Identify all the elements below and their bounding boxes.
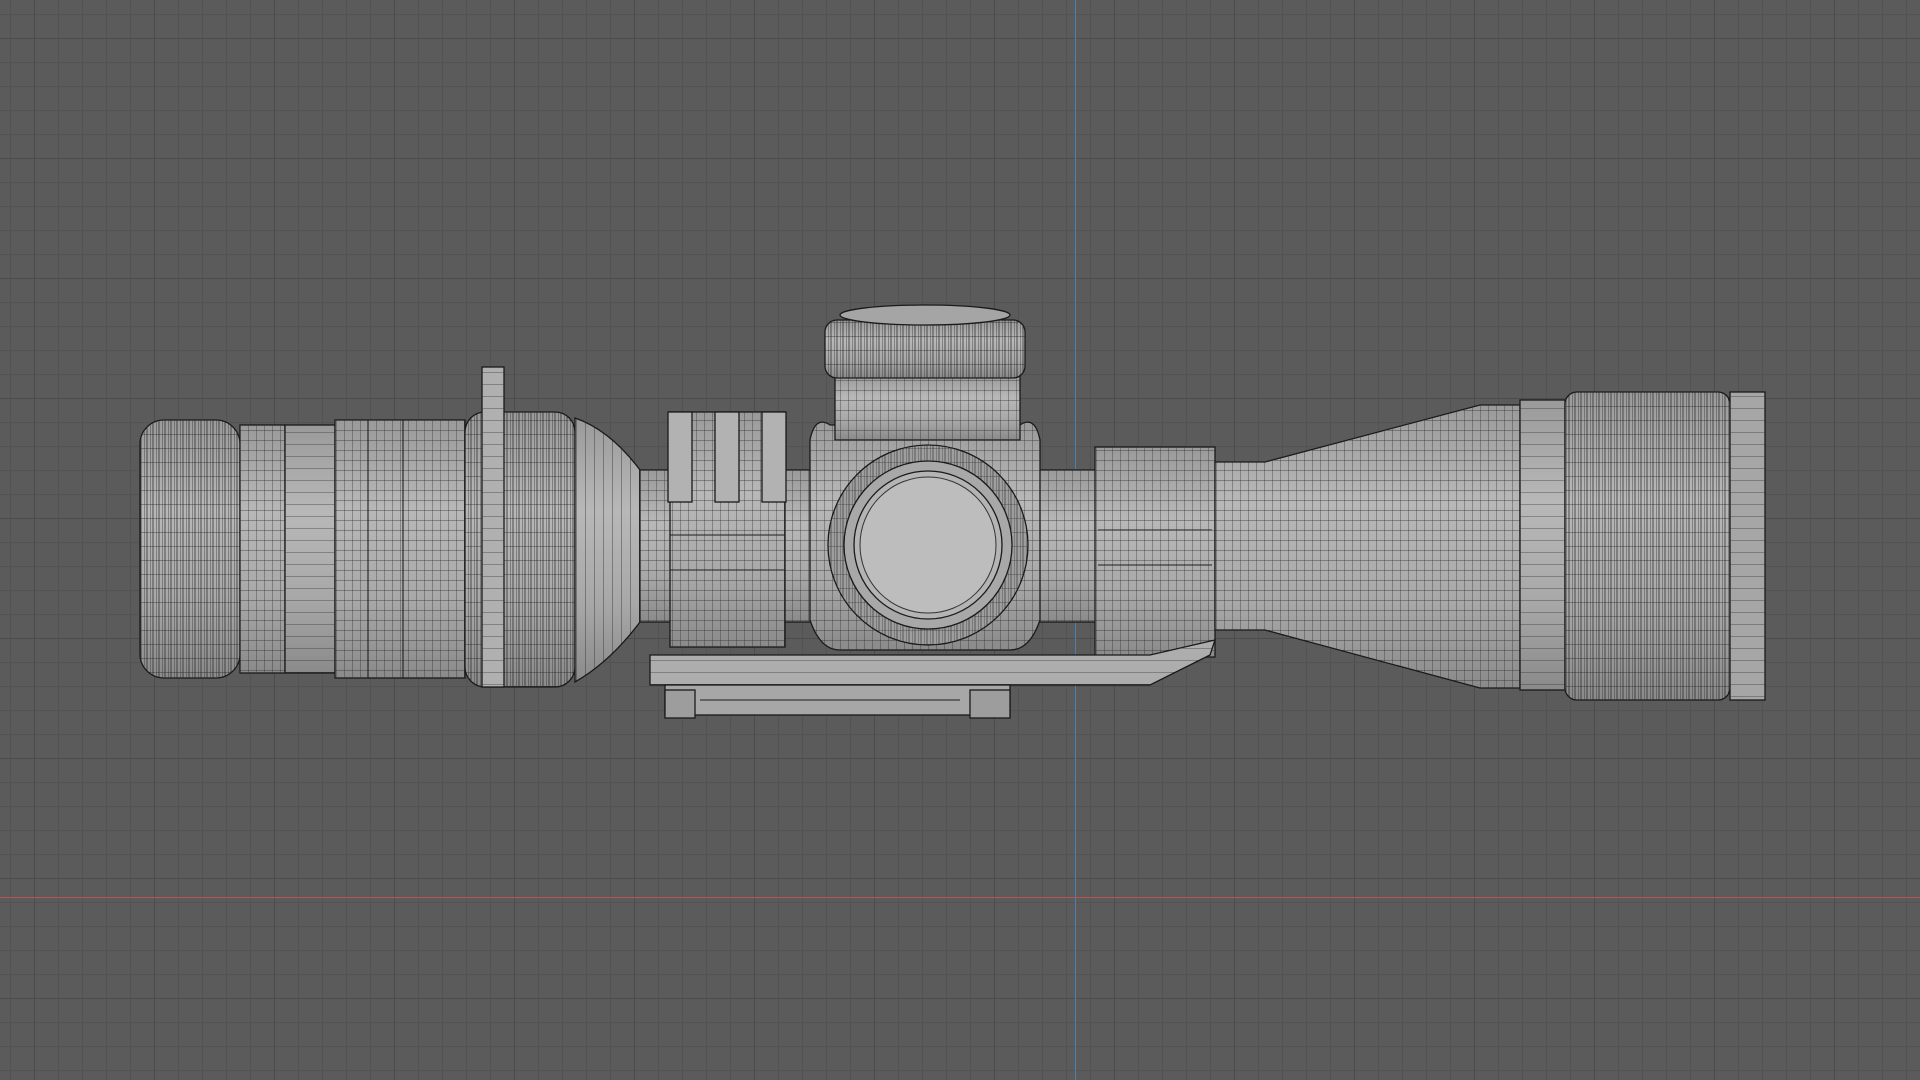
scope-ring-front <box>1094 446 1216 658</box>
magnification-ring[interactable] <box>464 366 576 688</box>
ocular-taper <box>574 417 641 684</box>
windage-turret[interactable] <box>827 444 1029 646</box>
eyepiece[interactable] <box>139 419 466 679</box>
scope-ring-rear <box>667 411 787 648</box>
scope-model[interactable] <box>0 0 1920 1080</box>
objective-bell <box>1214 404 1521 689</box>
elevation-turret[interactable] <box>824 304 1026 441</box>
objective-ring[interactable] <box>1519 391 1766 701</box>
3d-viewport[interactable] <box>0 0 1920 1080</box>
